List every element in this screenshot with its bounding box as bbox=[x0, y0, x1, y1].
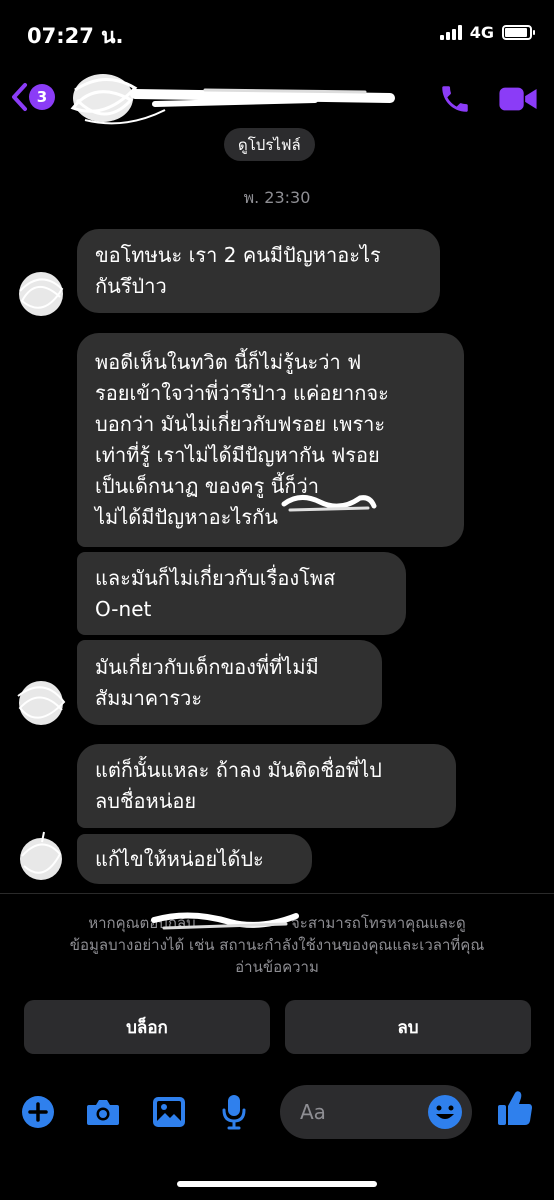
plus-icon bbox=[22, 1096, 54, 1128]
chat-header: 3 bbox=[0, 70, 554, 125]
voice-button[interactable] bbox=[216, 1094, 252, 1130]
message-text: แต่ก็นั้นแหละ ถ้าลง มันติดชื่อพี่ไป ลบชื… bbox=[95, 758, 382, 813]
unread-badge: 3 bbox=[29, 84, 55, 110]
network-type: 4G bbox=[469, 23, 494, 42]
message-composer bbox=[0, 1080, 554, 1144]
camera-icon bbox=[87, 1100, 119, 1125]
message-timestamp: พ. 23:30 bbox=[243, 188, 311, 207]
message-text: มันเกี่ยวกับเด็กของพี่ที่ไม่มี สัมมาคารว… bbox=[95, 654, 319, 710]
contact-avatar bbox=[19, 272, 64, 316]
gallery-button[interactable] bbox=[151, 1094, 187, 1130]
status-indicators: 4G bbox=[439, 23, 535, 42]
image-icon bbox=[153, 1097, 185, 1127]
home-indicator bbox=[177, 1181, 377, 1187]
cellular-signal-icon bbox=[439, 25, 462, 40]
block-button[interactable]: บล็อก bbox=[24, 1000, 270, 1054]
contact-avatar bbox=[17, 681, 66, 725]
messenger-chat-screen: 07:27 น. 4G 3 ดูโปรไฟล์ พ. 23:30 ขอโทษนะ… bbox=[0, 0, 554, 1200]
video-call-icon[interactable] bbox=[498, 84, 538, 114]
status-time: 07:27 น. bbox=[27, 24, 124, 48]
message-text: ขอโทษนะ เรา 2 คนมีปัญหาอะไร กันรึป่าว bbox=[95, 243, 381, 298]
thumbs-up-icon bbox=[498, 1091, 532, 1125]
camera-button[interactable] bbox=[85, 1094, 121, 1130]
status-bar: 07:27 น. 4G bbox=[0, 0, 554, 70]
divider bbox=[0, 893, 554, 894]
notice-line: อ่านข้อความ bbox=[235, 958, 319, 976]
message-bubble[interactable]: ขอโทษนะ เรา 2 คนมีปัญหาอะไร กันรึป่าว bbox=[77, 229, 440, 313]
redacted-contact-name bbox=[70, 74, 395, 125]
redaction-scribble bbox=[151, 912, 299, 930]
phone-icon[interactable] bbox=[438, 82, 472, 116]
microphone-icon bbox=[222, 1095, 246, 1130]
message-bubble[interactable]: แต่ก็นั้นแหละ ถ้าลง มันติดชื่อพี่ไป ลบชื… bbox=[77, 744, 456, 828]
message-bubble[interactable]: แก้ไขให้หน่อยได้ปะ bbox=[77, 834, 312, 884]
emoji-icon[interactable] bbox=[427, 1094, 463, 1130]
notice-line: ข้อมูลบางอย่างได้ เช่น สถานะกำลังใช้งานข… bbox=[69, 936, 485, 954]
like-button[interactable] bbox=[497, 1090, 533, 1126]
message-bubble[interactable]: มันเกี่ยวกับเด็กของพี่ที่ไม่มี สัมมาคารว… bbox=[77, 640, 382, 725]
view-profile-button[interactable]: ดูโปรไฟล์ bbox=[224, 128, 315, 161]
back-button[interactable]: 3 bbox=[10, 82, 55, 112]
message-bubble[interactable]: และมันก็ไม่เกี่ยวกับเรื่องโพส O-net bbox=[77, 552, 406, 635]
message-text: แก้ไขให้หน่อยได้ปะ bbox=[95, 846, 264, 871]
redaction-scribble bbox=[281, 495, 377, 512]
header-actions bbox=[438, 82, 538, 116]
message-bubble[interactable]: พอดีเห็นในทวิต นี้ก็ไม่รู้นะว่า ฟ รอยเข้… bbox=[77, 333, 464, 547]
message-input[interactable] bbox=[300, 1097, 420, 1127]
contact-avatar bbox=[20, 831, 62, 880]
message-input-container bbox=[280, 1085, 472, 1139]
plus-button[interactable] bbox=[20, 1094, 56, 1130]
battery-icon bbox=[502, 25, 535, 40]
chevron-left-icon bbox=[12, 83, 27, 111]
delete-button[interactable]: ลบ bbox=[285, 1000, 531, 1054]
message-text: และมันก็ไม่เกี่ยวกับเรื่องโพส O-net bbox=[95, 565, 336, 621]
